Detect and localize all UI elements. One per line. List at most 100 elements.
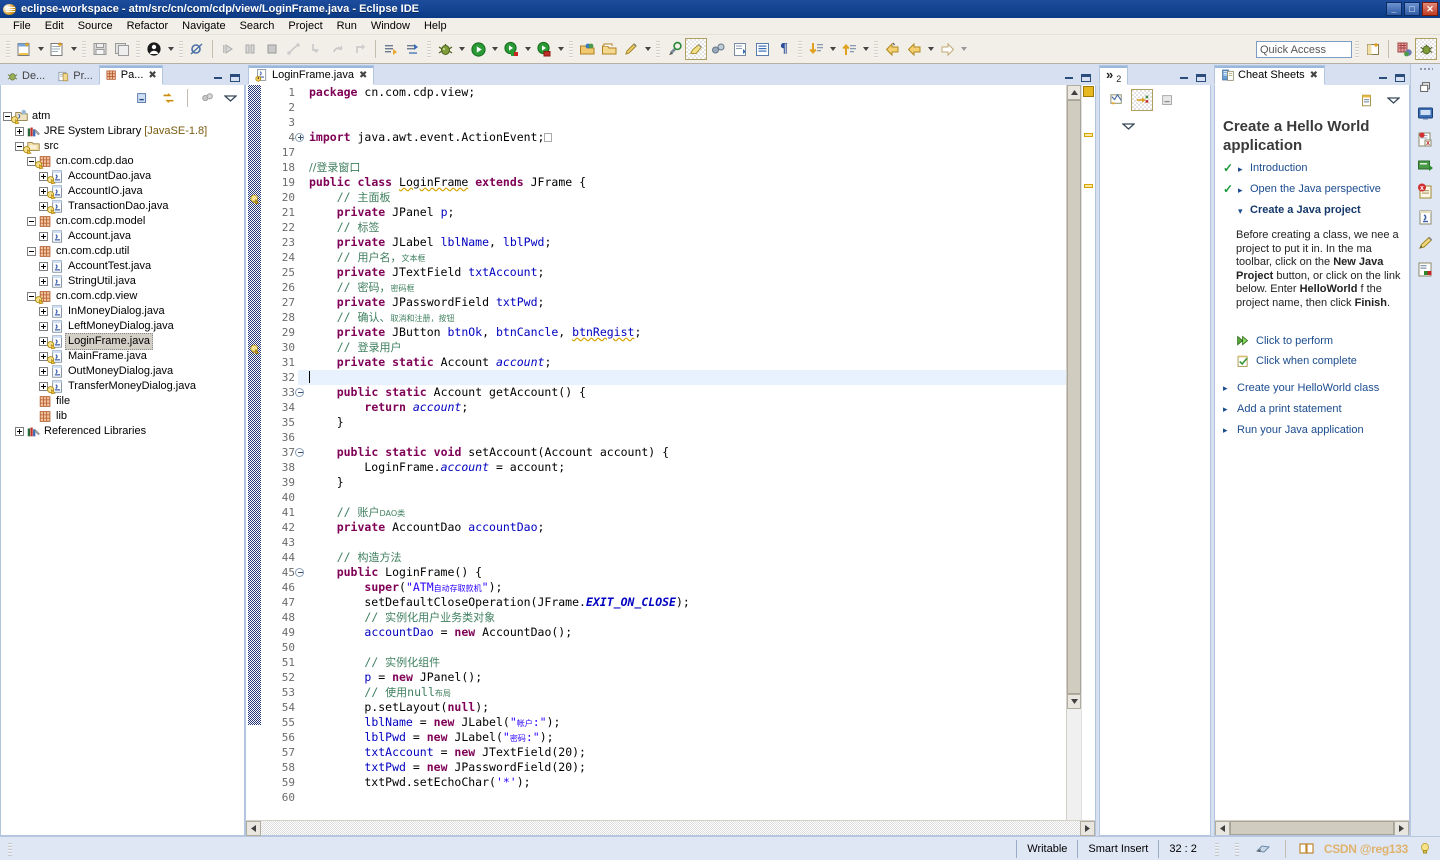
tree-item-cn-com-cdp-view[interactable]: cn.com.cdp.view (1, 289, 244, 305)
code-line-54[interactable]: p.setLayout(null); (309, 700, 1066, 715)
link-with-editor-icon[interactable] (707, 38, 729, 60)
pilcrow-icon[interactable]: ¶ (773, 38, 795, 60)
tree-expander[interactable] (37, 307, 49, 316)
code-line-44[interactable]: // 构造方法 (309, 550, 1066, 565)
tree-item-lib[interactable]: lib (1, 409, 244, 424)
cheat-step-create-helloworld-class[interactable]: ▸ Create your HelloWorld class (1223, 377, 1409, 398)
tab-loginframe-java[interactable]: LoginFrame.java ✖ (248, 65, 375, 85)
toolbar-grip-9[interactable] (874, 40, 878, 58)
code-line-58[interactable]: txtPwd = new JPasswordField(20); (309, 760, 1066, 775)
status-insert-mode[interactable]: Smart Insert (1077, 839, 1158, 858)
code-line-23[interactable]: private JLabel lblName, lblPwd; (309, 235, 1066, 250)
maximize-outline-button[interactable] (1193, 71, 1208, 85)
cheat-sheets-horizontal-scrollbar[interactable] (1215, 820, 1409, 835)
scrollbar-thumb[interactable] (1067, 100, 1081, 694)
user-account-dropdown-arrow[interactable] (165, 38, 176, 60)
code-line-53[interactable]: // 使用null布局 (309, 685, 1066, 700)
search-icon[interactable] (663, 38, 685, 60)
cheat-scroll-thumb[interactable] (1230, 821, 1394, 835)
external-tools-dropdown-arrow[interactable] (555, 38, 566, 60)
smart-insert-icon[interactable] (1253, 838, 1275, 860)
code-line-40[interactable] (309, 490, 1066, 505)
tree-item-file[interactable]: file (1, 394, 244, 409)
hide-fields-icon[interactable] (1131, 89, 1153, 111)
code-line-47[interactable]: setDefaultCloseOperation(JFrame.EXIT_ON_… (309, 595, 1066, 610)
debug-dropdown-arrow[interactable] (456, 38, 467, 60)
menu-refactor[interactable]: Refactor (120, 19, 176, 33)
minimize-editor-button[interactable] (1061, 71, 1076, 85)
sort-icon[interactable] (1106, 89, 1128, 111)
editor-horizontal-scrollbar[interactable] (246, 820, 1095, 836)
code-line-36[interactable] (309, 430, 1066, 445)
maximize-editor-button[interactable] (1078, 71, 1093, 85)
link-with-editor-icon[interactable] (157, 87, 179, 109)
menu-edit[interactable]: Edit (38, 19, 71, 33)
maximize-button[interactable]: □ (1404, 2, 1420, 16)
forward-nav-icon[interactable] (936, 38, 958, 60)
code-line-56[interactable]: lblPwd = new JLabel("密码:"); (309, 730, 1066, 745)
run-coverage-dropdown-arrow[interactable] (522, 38, 533, 60)
error-log-icon[interactable]: x (1414, 180, 1438, 202)
tab-package-explorer-close[interactable]: ✖ (148, 70, 156, 81)
debug-icon[interactable] (434, 38, 456, 60)
warning-marker-line-19[interactable]: ! (248, 193, 261, 209)
tab-package-explorer[interactable]: Pa... ✖ (98, 65, 163, 85)
run-icon[interactable] (467, 38, 489, 60)
menu-source[interactable]: Source (71, 19, 120, 33)
code-line-22[interactable]: // 标签 (309, 220, 1066, 235)
run-coverage-icon[interactable] (500, 38, 522, 60)
tree-item-jre-system-library[interactable]: JRE System Library [JavaSE-1.8] (1, 124, 244, 139)
code-line-50[interactable] (309, 640, 1066, 655)
tree-item-accountdao-java[interactable]: AccountDao.java (1, 169, 244, 185)
code-line-27[interactable]: private JPasswordField txtPwd; (309, 295, 1066, 310)
editor-vertical-scrollbar[interactable] (1066, 85, 1081, 820)
tree-expander[interactable] (37, 262, 49, 271)
toggle-mark-occurrences-icon[interactable] (685, 38, 707, 60)
cheat-action-perform[interactable]: Click to perform (1223, 331, 1409, 351)
code-line-3[interactable] (309, 115, 1066, 130)
tree-expander[interactable] (13, 427, 25, 436)
code-line-33[interactable]: public static Account getAccount() { (309, 385, 1066, 400)
new-java-class-icon[interactable] (46, 38, 68, 60)
close-button[interactable]: ✕ (1422, 2, 1438, 16)
tab-debug[interactable]: De... (0, 66, 51, 85)
menu-help[interactable]: Help (417, 19, 454, 33)
menu-navigate[interactable]: Navigate (175, 19, 232, 33)
new-java-class-dropdown-arrow[interactable] (68, 38, 79, 60)
tree-expander[interactable] (37, 322, 49, 331)
code-line-38[interactable]: LoginFrame.account = account; (309, 460, 1066, 475)
horizontal-scroll-track[interactable] (261, 821, 1080, 835)
view-menu-icon[interactable] (1120, 115, 1136, 137)
tree-item-src[interactable]: src (1, 139, 244, 155)
tree-item-outmoneydialog-java[interactable]: OutMoneyDialog.java (1, 364, 244, 379)
menu-run[interactable]: Run (330, 19, 364, 33)
tree-item-account-java[interactable]: Account.java (1, 229, 244, 244)
forward-icon[interactable] (903, 38, 925, 60)
outline-overflow-tab[interactable]: » 2 (1099, 65, 1129, 85)
tab-cheat-sheets[interactable]: Cheat Sheets ✖ (1214, 65, 1326, 85)
code-line-35[interactable]: } (309, 415, 1066, 430)
code-line-55[interactable]: lblName = new JLabel("帐户:"); (309, 715, 1066, 730)
code-line-31[interactable]: private static Account account; (309, 355, 1066, 370)
code-line-57[interactable]: txtAccount = new JTextField(20); (309, 745, 1066, 760)
code-line-25[interactable]: private JTextField txtAccount; (309, 265, 1066, 280)
cheat-step-create-java-project[interactable]: ▾ Create a Java project (1223, 204, 1409, 225)
cheat-scroll-right-button[interactable] (1394, 821, 1409, 835)
scroll-left-button[interactable] (246, 821, 261, 836)
toolbar-grip[interactable] (6, 40, 10, 58)
tree-item-accounttest-java[interactable]: AccountTest.java (1, 259, 244, 274)
tree-expander[interactable] (37, 232, 49, 241)
code-line-37[interactable]: public static void setAccount(Account ac… (309, 445, 1066, 460)
tree-item-stringutil-java[interactable]: StringUtil.java (1, 274, 244, 289)
editor-overview-ruler[interactable] (1081, 85, 1095, 820)
code-line-48[interactable]: // 实例化用户业务类对象 (309, 610, 1066, 625)
forward-nav-dropdown-arrow[interactable] (958, 38, 969, 60)
menu-window[interactable]: Window (364, 19, 417, 33)
maximize-cheat-sheets-button[interactable] (1392, 71, 1407, 85)
minimize-view-button[interactable] (210, 71, 225, 85)
menu-project[interactable]: Project (281, 19, 329, 33)
code-line-2[interactable] (309, 100, 1066, 115)
javadoc-view-icon[interactable] (1414, 206, 1438, 228)
restore-icon[interactable] (1414, 76, 1438, 98)
tree-expander[interactable] (25, 247, 37, 256)
